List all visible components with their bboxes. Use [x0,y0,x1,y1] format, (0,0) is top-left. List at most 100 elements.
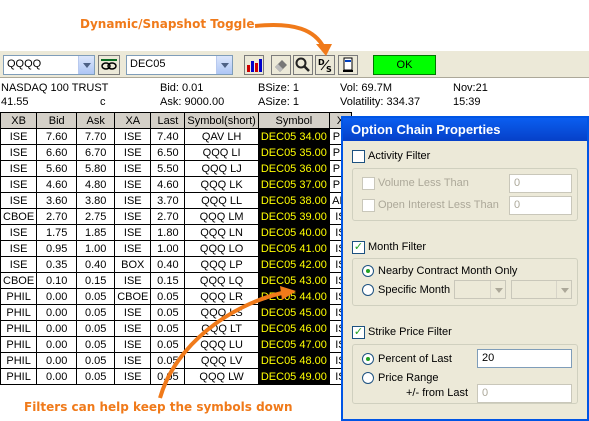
security-name: NASDAQ 100 TRUST [1,82,109,94]
month-filter-checkbox[interactable]: ✓ [352,241,365,254]
table-cell: 1.00 [76,240,116,257]
table-cell: DEC05 45.00 [257,304,330,321]
quote-panel: NASDAQ 100 TRUST 41.55 c Bid: 0.01 Ask: … [0,80,589,112]
chevron-down-icon[interactable] [490,281,505,298]
symbol-combo[interactable]: QQQQ [3,55,95,75]
table-header-row: XBBidAskXALastSymbol(short)SymbolX [0,112,352,129]
chevron-down-icon[interactable] [216,56,232,74]
option-chain-table: XBBidAskXALastSymbol(short)SymbolX ISE7.… [0,112,352,385]
table-cell: 0.15 [150,272,186,289]
table-row[interactable]: PHIL0.000.05ISE0.05QQQ LSDEC05 45.00IS [0,304,352,321]
table-row[interactable]: ISE1.751.85ISE1.80QQQ LNDEC05 40.00IS [0,224,352,241]
table-row[interactable]: PHIL0.000.05ISE0.05QQQ LTDEC05 46.00IS [0,320,352,337]
table-cell: 5.60 [36,160,78,177]
table-cell: 0.00 [36,288,78,305]
column-header[interactable]: Symbol(short) [184,112,259,129]
table-cell: PHIL [0,368,38,385]
table-cell: 3.60 [36,192,78,209]
table-cell: 1.85 [76,224,116,241]
volume-less-than-checkbox[interactable] [362,177,375,190]
table-cell: DEC05 44.00 [257,288,330,305]
table-cell: DEC05 35.00 [257,144,330,161]
table-row[interactable]: CBOE2.702.75ISE2.70QQQ LMDEC05 39.00IS [0,208,352,225]
table-cell: DEC05 46.00 [257,320,330,337]
column-header[interactable]: Bid [36,112,78,129]
percent-of-last-field[interactable]: 20 [477,349,572,368]
table-row[interactable]: ISE0.951.00ISE1.00QQQ LODEC05 41.00IS [0,240,352,257]
table-cell: ISE [114,304,152,321]
table-cell: QAV LH [184,128,259,145]
volume-value: Vol: 69.7M [340,82,392,94]
table-cell: 1.00 [150,240,186,257]
table-cell: DEC05 48.00 [257,352,330,369]
table-row[interactable]: ISE4.604.80ISE4.60QQQ LKDEC05 37.00PH [0,176,352,193]
table-cell: 4.80 [76,176,116,193]
column-header[interactable]: Symbol [257,112,330,129]
specific-month-radio[interactable] [362,284,374,296]
table-cell: 2.70 [36,208,78,225]
symbol-value: QQQQ [7,58,42,70]
table-cell: PHIL [0,288,38,305]
table-cell: 0.15 [76,272,116,289]
from-last-label: +/- from Last [406,387,469,399]
table-cell: ISE [114,208,152,225]
nearby-contract-month-radio[interactable] [362,265,374,277]
dynamic-snapshot-toggle-icon[interactable]: DS [315,55,335,75]
table-cell: 0.05 [150,352,186,369]
price-range-radio[interactable] [362,372,374,384]
link-icon[interactable] [98,55,120,75]
column-header[interactable]: Ask [76,112,116,129]
table-cell: ISE [0,176,38,193]
table-row[interactable]: PHIL0.000.05CBOE0.05QQQ LRDEC05 44.00IS [0,288,352,305]
chevron-down-icon[interactable] [556,281,571,298]
table-row[interactable]: ISE6.606.70ISE6.50QQQ LIDEC05 35.00PH [0,144,352,161]
open-interest-less-than-field[interactable]: 0 [509,196,572,215]
table-row[interactable]: ISE3.603.80ISE3.70QQQ LLDEC05 38.00AM [0,192,352,209]
magnifier-icon[interactable] [293,55,313,75]
table-cell: 0.05 [76,352,116,369]
volume-less-than-field[interactable]: 0 [509,174,572,193]
table-cell: 0.00 [36,320,78,337]
eraser-icon[interactable] [271,55,291,75]
table-cell: 4.60 [150,176,186,193]
table-cell: ISE [114,160,152,177]
volatility-value: Volatility: 334.37 [340,96,421,108]
chevron-down-icon[interactable] [78,56,94,74]
table-cell: ISE [114,128,152,145]
last-price: 41.55 [1,96,29,108]
table-cell: 2.75 [76,208,116,225]
from-last-field[interactable]: 0 [477,384,572,403]
document-icon[interactable] [338,55,358,75]
table-cell: ISE [114,176,152,193]
ask-value: Ask: 9000.00 [160,96,225,108]
table-row[interactable]: ISE7.607.70ISE7.40QAV LHDEC05 34.00PH [0,128,352,145]
table-row[interactable]: PHIL0.000.05ISE0.05QQQ LVDEC05 48.00IS [0,352,352,369]
ok-button[interactable]: OK [373,55,436,75]
table-cell: ISE [114,192,152,209]
table-row[interactable]: CBOE0.100.15ISE0.15QQQ LQDEC05 43.00IS [0,272,352,289]
price-flag: c [100,96,106,108]
table-row[interactable]: PHIL0.000.05ISE0.05QQQ LUDEC05 47.00IS [0,336,352,353]
specific-month-year-combo[interactable] [454,280,506,299]
toggle-arrow-line [254,23,326,49]
chart-bars-icon[interactable] [244,55,264,75]
column-header[interactable]: XA [114,112,152,129]
column-header[interactable]: Last [150,112,186,129]
table-cell: ISE [0,224,38,241]
column-header[interactable]: XB [0,112,38,129]
svg-text:S: S [326,65,332,74]
table-row[interactable]: ISE0.350.40BOX0.40QQQ LPDEC05 42.00IS [0,256,352,273]
filters-callout: Filters can help keep the symbols down [24,400,293,414]
open-interest-less-than-checkbox[interactable] [362,199,375,212]
table-row[interactable]: ISE5.605.80ISE5.50QQQ LJDEC05 36.00PH [0,160,352,177]
percent-of-last-radio[interactable] [362,353,374,365]
table-cell: QQQ LS [184,304,259,321]
strike-price-filter-checkbox[interactable]: ✓ [352,326,365,339]
specific-month-combo[interactable] [511,280,572,299]
activity-filter-checkbox[interactable] [352,150,365,163]
table-cell: CBOE [0,208,38,225]
table-cell: QQQ LQ [184,272,259,289]
table-cell: 7.70 [76,128,116,145]
expiry-combo[interactable]: DEC05 [126,55,233,75]
table-row[interactable]: PHIL0.000.05ISE0.05QQQ LWDEC05 49.00IS [0,368,352,385]
